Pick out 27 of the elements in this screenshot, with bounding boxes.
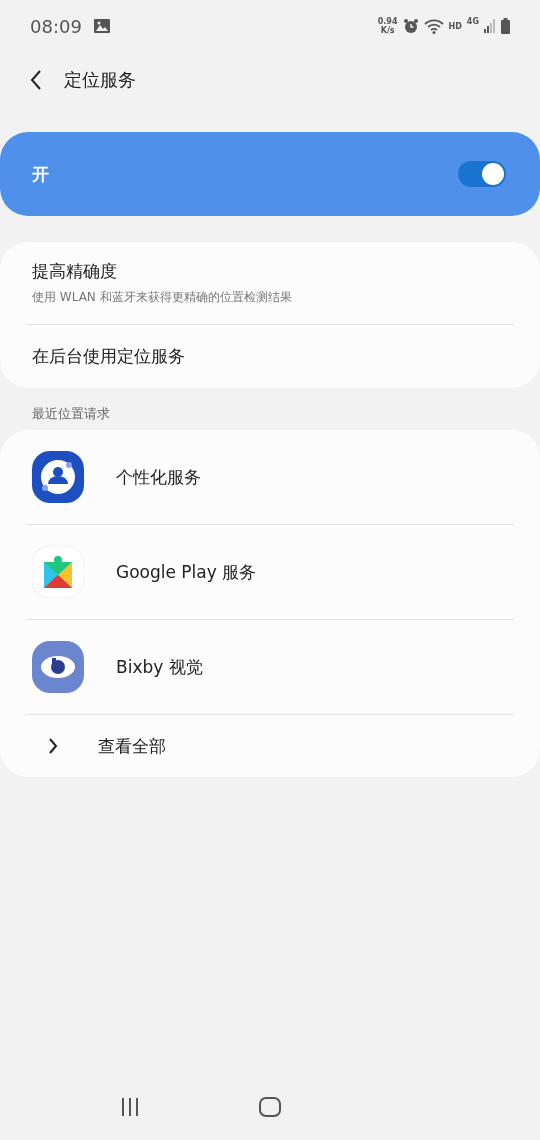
setting-title[interactable]: 提高精确度 <box>32 260 508 283</box>
home-icon[interactable] <box>259 1097 281 1117</box>
wifi-icon <box>423 18 444 34</box>
toggle-switch[interactable] <box>458 161 506 187</box>
battery-icon <box>501 18 510 34</box>
back-icon[interactable] <box>30 70 42 90</box>
setting-description: 使用 WLAN 和蓝牙来获得更精确的位置检测结果 <box>32 289 293 306</box>
person-icon <box>32 451 84 503</box>
network-speed: 0.94 K/s <box>377 17 398 35</box>
app-name[interactable]: 个性化服务 <box>116 465 201 489</box>
setting-title[interactable]: 在后台使用定位服务 <box>32 345 508 368</box>
signal-icon <box>484 19 496 33</box>
status-time: 08:09 <box>30 15 82 37</box>
chevron-right-icon <box>48 738 58 754</box>
switch-label: 开 <box>32 162 49 186</box>
app-name[interactable]: Bixby 视觉 <box>116 655 203 679</box>
network-type: 4G <box>466 17 479 26</box>
page-title: 定位服务 <box>64 68 136 92</box>
section-heading: 最近位置请求 <box>31 405 111 423</box>
recent-apps-icon[interactable] <box>119 1098 140 1116</box>
hd-label: HD <box>448 21 462 31</box>
image-icon <box>93 19 110 33</box>
see-all-link[interactable]: 查看全部 <box>98 734 166 758</box>
app-name[interactable]: Google Play 服务 <box>116 560 257 584</box>
eye-icon <box>32 641 84 693</box>
puzzle-icon <box>32 546 84 598</box>
alarm-icon <box>402 18 419 34</box>
